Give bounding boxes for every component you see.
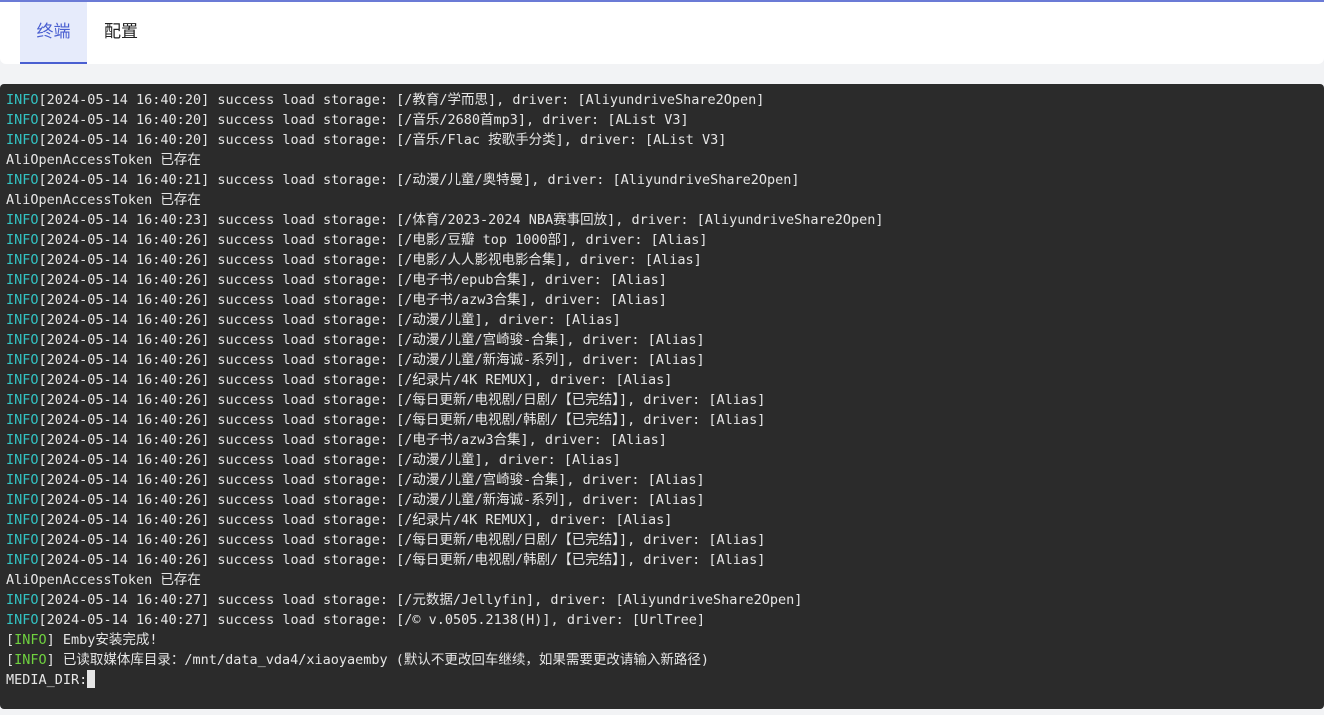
terminal-line: AliOpenAccessToken 已存在	[6, 190, 1324, 210]
terminal-line: INFO[2024-05-14 16:40:26] success load s…	[6, 390, 1324, 410]
terminal-prompt-line[interactable]: MEDIA_DIR:	[6, 670, 1324, 690]
log-message: [2024-05-14 16:40:26] success load stora…	[38, 472, 705, 488]
terminal-line: INFO[2024-05-14 16:40:26] success load s…	[6, 410, 1324, 430]
terminal-line: AliOpenAccessToken 已存在	[6, 150, 1324, 170]
log-message: [2024-05-14 16:40:26] success load stora…	[38, 512, 673, 528]
log-level-label: INFO	[6, 332, 39, 348]
terminal-line: INFO[2024-05-14 16:40:26] success load s…	[6, 290, 1324, 310]
log-level-label: INFO	[6, 112, 39, 128]
bottom-margin	[0, 709, 1324, 715]
terminal-line: INFO[2024-05-14 16:40:21] success load s…	[6, 170, 1324, 190]
log-message: [2024-05-14 16:40:26] success load stora…	[38, 272, 667, 288]
log-message: [2024-05-14 16:40:21] success load stora…	[38, 172, 800, 188]
log-message: AliOpenAccessToken 已存在	[6, 152, 201, 168]
log-level-label: INFO	[6, 472, 39, 488]
terminal-line: INFO[2024-05-14 16:40:26] success load s…	[6, 230, 1324, 250]
log-message: [2024-05-14 16:40:26] success load stora…	[38, 492, 705, 508]
info-tag: [INFO]	[6, 632, 55, 648]
log-message: [2024-05-14 16:40:20] success load stora…	[38, 132, 727, 148]
log-message: [2024-05-14 16:40:20] success load stora…	[38, 92, 765, 108]
terminal-line: INFO[2024-05-14 16:40:26] success load s…	[6, 310, 1324, 330]
log-message: [2024-05-14 16:40:27] success load stora…	[38, 612, 705, 628]
log-level-label: INFO	[6, 452, 39, 468]
log-message: [2024-05-14 16:40:26] success load stora…	[38, 452, 621, 468]
log-level-label: INFO	[6, 592, 39, 608]
terminal-line: INFO[2024-05-14 16:40:26] success load s…	[6, 330, 1324, 350]
log-level-label: INFO	[6, 532, 39, 548]
log-level-label: INFO	[6, 412, 39, 428]
log-message: [2024-05-14 16:40:26] success load stora…	[38, 552, 766, 568]
terminal-line: INFO[2024-05-14 16:40:26] success load s…	[6, 430, 1324, 450]
log-level-label: INFO	[6, 292, 39, 308]
terminal-line: INFO[2024-05-14 16:40:26] success load s…	[6, 350, 1324, 370]
terminal-line: INFO[2024-05-14 16:40:26] success load s…	[6, 470, 1324, 490]
log-level-label: INFO	[6, 172, 39, 188]
terminal-line: INFO[2024-05-14 16:40:26] success load s…	[6, 270, 1324, 290]
terminal-line: INFO[2024-05-14 16:40:26] success load s…	[6, 510, 1324, 530]
log-message: [2024-05-14 16:40:26] success load stora…	[38, 312, 621, 328]
log-level-label: INFO	[6, 552, 39, 568]
log-level-label: INFO	[6, 432, 39, 448]
log-message: AliOpenAccessToken 已存在	[6, 192, 201, 208]
terminal-line: INFO[2024-05-14 16:40:26] success load s…	[6, 250, 1324, 270]
terminal-line: INFO[2024-05-14 16:40:26] success load s…	[6, 530, 1324, 550]
terminal-line: INFO[2024-05-14 16:40:26] success load s…	[6, 550, 1324, 570]
log-message: Emby安装完成!	[54, 632, 158, 648]
log-level-label: INFO	[6, 612, 39, 628]
text-cursor	[87, 670, 96, 688]
terminal-line: INFO[2024-05-14 16:40:20] success load s…	[6, 110, 1324, 130]
log-message: 已读取媒体库目录：/mnt/data_vda4/xiaoyaemby (默认不更…	[54, 652, 709, 668]
terminal-line: INFO[2024-05-14 16:40:20] success load s…	[6, 130, 1324, 150]
tab-terminal[interactable]: 终端	[20, 2, 87, 64]
log-level-label: INFO	[6, 372, 39, 388]
terminal-line: INFO[2024-05-14 16:40:26] success load s…	[6, 490, 1324, 510]
log-level-label: INFO	[6, 512, 39, 528]
terminal-line: INFO[2024-05-14 16:40:26] success load s…	[6, 450, 1324, 470]
log-message: [2024-05-14 16:40:26] success load stora…	[38, 292, 667, 308]
prompt-label: MEDIA_DIR:	[6, 672, 88, 688]
terminal-line: AliOpenAccessToken 已存在	[6, 570, 1324, 590]
terminal-line: [INFO] 已读取媒体库目录：/mnt/data_vda4/xiaoyaemb…	[6, 650, 1324, 670]
tab-bar: 终端 配置	[0, 2, 1324, 64]
log-message: [2024-05-14 16:40:26] success load stora…	[38, 252, 702, 268]
info-tag: [INFO]	[6, 652, 55, 668]
log-message: [2024-05-14 16:40:26] success load stora…	[38, 332, 705, 348]
log-level-label: INFO	[6, 312, 39, 328]
log-message: AliOpenAccessToken 已存在	[6, 572, 201, 588]
log-message: [2024-05-14 16:40:26] success load stora…	[38, 432, 667, 448]
log-message: [2024-05-14 16:40:26] success load stora…	[38, 352, 705, 368]
terminal-line: INFO[2024-05-14 16:40:27] success load s…	[6, 590, 1324, 610]
terminal-output[interactable]: INFO[2024-05-14 16:40:20] success load s…	[0, 84, 1324, 709]
tab-config[interactable]: 配置	[90, 2, 152, 64]
log-level-label: INFO	[6, 392, 39, 408]
log-level-label: INFO	[6, 232, 39, 248]
log-message: [2024-05-14 16:40:27] success load stora…	[38, 592, 803, 608]
terminal-line: [INFO] Emby安装完成!	[6, 630, 1324, 650]
log-level-label: INFO	[6, 352, 39, 368]
log-level-label: INFO	[6, 92, 39, 108]
terminal-line: INFO[2024-05-14 16:40:26] success load s…	[6, 370, 1324, 390]
log-message: [2024-05-14 16:40:26] success load stora…	[38, 372, 673, 388]
log-level-label: INFO	[6, 272, 39, 288]
log-message: [2024-05-14 16:40:23] success load stora…	[38, 212, 884, 228]
log-level-label: INFO	[6, 492, 39, 508]
log-message: [2024-05-14 16:40:26] success load stora…	[38, 532, 766, 548]
log-level-label: INFO	[6, 212, 39, 228]
log-message: [2024-05-14 16:40:20] success load stora…	[38, 112, 689, 128]
log-message: [2024-05-14 16:40:26] success load stora…	[38, 232, 708, 248]
terminal-line: INFO[2024-05-14 16:40:23] success load s…	[6, 210, 1324, 230]
log-level-label: INFO	[6, 132, 39, 148]
log-message: [2024-05-14 16:40:26] success load stora…	[38, 412, 766, 428]
log-level-label: INFO	[6, 252, 39, 268]
terminal-line: INFO[2024-05-14 16:40:20] success load s…	[6, 90, 1324, 110]
log-message: [2024-05-14 16:40:26] success load stora…	[38, 392, 766, 408]
terminal-line: INFO[2024-05-14 16:40:27] success load s…	[6, 610, 1324, 630]
